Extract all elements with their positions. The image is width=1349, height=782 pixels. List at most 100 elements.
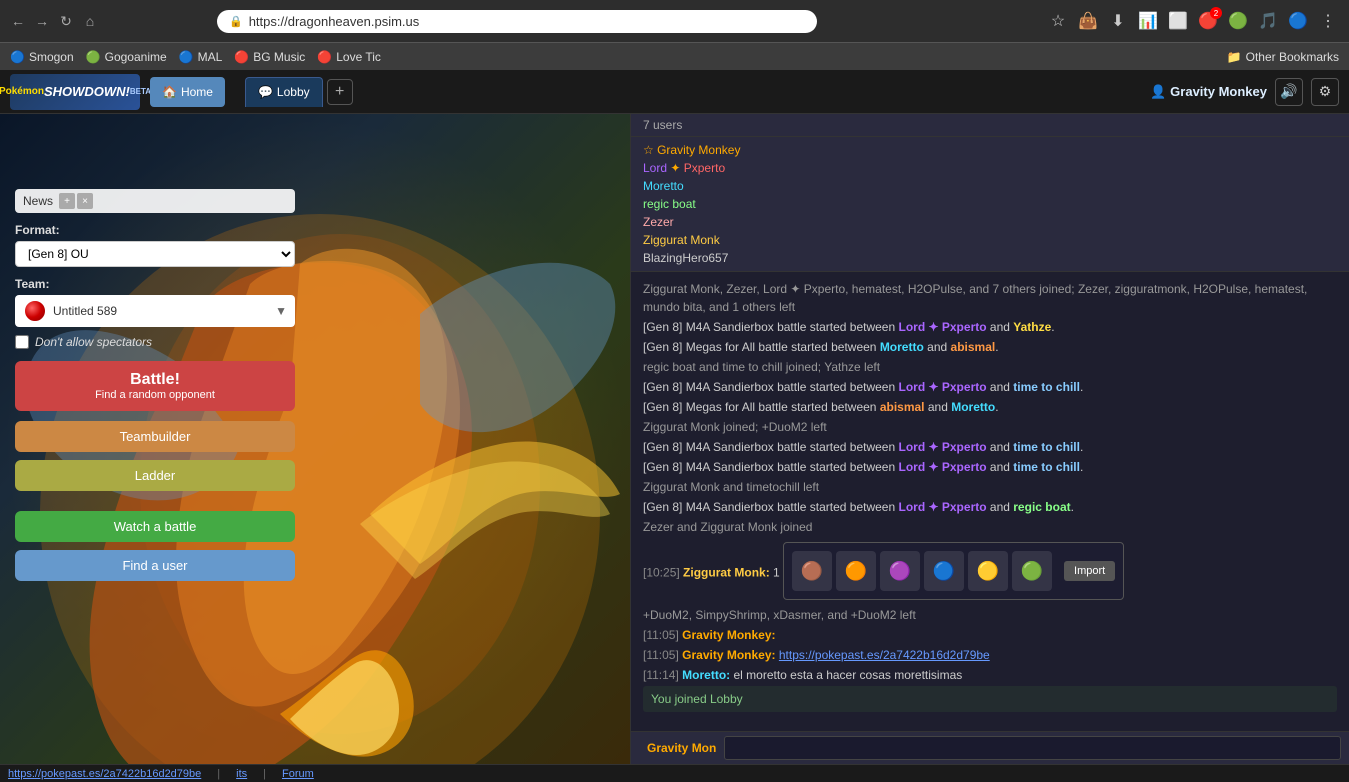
news-add-button[interactable]: +	[59, 193, 75, 209]
pokemon-sprite-6: 🟢	[1012, 551, 1052, 591]
user-entry-gravity[interactable]: ☆ Gravity Monkey	[643, 141, 1337, 159]
spectator-row: Don't allow spectators	[15, 335, 295, 349]
chat-line-battle-7: [Gen 8] M4A Sandierbox battle started be…	[643, 498, 1337, 516]
chat-log[interactable]: Ziggurat Monk, Zezer, Lord ✦ Pxperto, he…	[631, 272, 1349, 731]
status-separator: |	[217, 768, 220, 780]
user-entry-lord[interactable]: Lord ✦ Pxperto	[643, 159, 1337, 177]
tab-lobby[interactable]: 💬 Lobby	[245, 77, 323, 107]
news-label: News	[23, 194, 53, 208]
user-entry-blazing[interactable]: BlazingHero657	[643, 249, 1337, 267]
mal-icon: 🔵	[179, 50, 194, 64]
main-content: News + × Format: [Gen 8] OU Team: Untitl…	[0, 114, 1349, 764]
tabs-area: 💬 Lobby +	[245, 77, 1140, 107]
chat-line-user-1: [10:25] Ziggurat Monk: 1 🟤 🟠 🟣 🔵 🟡 🟢 Imp…	[643, 538, 1337, 604]
refresh-button[interactable]: ↻	[58, 13, 74, 29]
notification-badge: 2	[1210, 7, 1222, 19]
battle-button[interactable]: Battle! Find a random opponent	[15, 361, 295, 411]
chevron-down-icon: ▼	[275, 304, 287, 318]
settings-button[interactable]: ⚙	[1311, 78, 1339, 106]
chat-line-battle-2: [Gen 8] Megas for All battle started bet…	[643, 338, 1337, 356]
format-label: Format:	[15, 223, 295, 237]
user-entry-zezer[interactable]: Zezer	[643, 213, 1337, 231]
ladder-button[interactable]: Ladder	[15, 460, 295, 491]
chat-line-system-5: Zezer and Ziggurat Monk joined	[643, 518, 1337, 536]
right-panel: 7 users ☆ Gravity Monkey Lord ✦ Pxperto …	[630, 114, 1349, 764]
pocket-button[interactable]: 👜	[1077, 10, 1099, 32]
add-tab-button[interactable]: +	[327, 79, 353, 105]
user-name-pxperto: Pxperto	[680, 161, 725, 175]
browser-nav: ← → ↻ ⌂ 🔒 https://dragonheaven.psim.us ☆…	[0, 0, 1349, 42]
team-selector[interactable]: Untitled 589 ▼	[15, 295, 295, 327]
pokepast-link[interactable]: https://pokepast.es/2a7422b16d2d79be	[779, 648, 990, 662]
team-name: Untitled 589	[53, 304, 269, 318]
status-link-its[interactable]: its	[236, 768, 247, 780]
chat-line-battle-4: [Gen 8] Megas for All battle started bet…	[643, 398, 1337, 416]
pokemon-sprite-3: 🟣	[880, 551, 920, 591]
pokemon-sprite-1: 🟤	[792, 551, 832, 591]
chat-line-gravity-1: [11:05] Gravity Monkey:	[643, 626, 1337, 644]
news-close-button[interactable]: ×	[77, 193, 93, 209]
user-name-gravity: ☆ Gravity Monkey	[643, 143, 740, 157]
extension-button-2[interactable]: 🟢	[1227, 10, 1249, 32]
import-button[interactable]: Import	[1064, 561, 1115, 581]
forward-button[interactable]: →	[34, 13, 50, 29]
bookmark-smogon[interactable]: 🔵 Smogon	[10, 50, 74, 64]
bookmark-other[interactable]: 📁 Other Bookmarks	[1227, 50, 1339, 64]
home-icon: 🏠	[162, 85, 177, 99]
home-button[interactable]: 🏠 Home	[150, 77, 225, 107]
user-entry-ziggurat[interactable]: Ziggurat Monk	[643, 231, 1337, 249]
home-button[interactable]: ⌂	[82, 13, 98, 29]
logo-image: Pokémon SHOWDOWN! BETA	[10, 74, 140, 110]
user-name-zezer: Zezer	[643, 215, 674, 229]
chat-icon: 💬	[258, 85, 273, 99]
user-entry-moretto[interactable]: Moretto	[643, 177, 1337, 195]
chat-input[interactable]	[724, 736, 1341, 760]
bookmark-lovetic[interactable]: 🔴 Love Tic	[317, 50, 381, 64]
address-bar[interactable]: 🔒 https://dragonheaven.psim.us	[217, 10, 817, 33]
back-button[interactable]: ←	[10, 13, 26, 29]
app-header: Pokémon SHOWDOWN! BETA 🏠 Home 💬 Lobby + …	[0, 70, 1349, 114]
user-name-moretto: Moretto	[643, 179, 684, 193]
browser-icons: ☆ 👜 ⬇ 📊 ⬜ 🔴 2 🟢 🎵 🔵 ⋮	[1047, 10, 1339, 32]
chat-line-system-4: Ziggurat Monk and timetochill left	[643, 478, 1337, 496]
chat-line-system-2: regic boat and time to chill joined; Yat…	[643, 358, 1337, 376]
extension-button-4[interactable]: 🔵	[1287, 10, 1309, 32]
user-entry-regic[interactable]: regic boat	[643, 195, 1337, 213]
app-logo: Pokémon SHOWDOWN! BETA	[10, 74, 140, 110]
watch-battle-button[interactable]: Watch a battle	[15, 511, 295, 542]
header-right: 👤 Gravity Monkey 🔊 ⚙	[1150, 78, 1339, 106]
pokemon-sprite-2: 🟠	[836, 551, 876, 591]
team-icon	[23, 299, 47, 323]
sprite-popup: 🟤 🟠 🟣 🔵 🟡 🟢 Import	[783, 542, 1124, 600]
bookmark-gogoanime[interactable]: 🟢 Gogoanime	[86, 50, 167, 64]
chat-line-system-1: Ziggurat Monk, Zezer, Lord ✦ Pxperto, he…	[643, 280, 1337, 316]
find-user-button[interactable]: Find a user	[15, 550, 295, 581]
status-link-forum[interactable]: Forum	[282, 768, 314, 780]
chat-line-battle-5: [Gen 8] M4A Sandierbox battle started be…	[643, 438, 1337, 456]
users-list: ☆ Gravity Monkey Lord ✦ Pxperto Moretto …	[631, 137, 1349, 272]
format-select[interactable]: [Gen 8] OU	[15, 241, 295, 267]
download-button[interactable]: ⬇	[1107, 10, 1129, 32]
status-link[interactable]: https://pokepast.es/2a7422b16d2d79be	[8, 768, 201, 780]
url-text: https://dragonheaven.psim.us	[249, 14, 420, 29]
gogoanime-icon: 🟢	[86, 50, 101, 64]
bookmark-mal[interactable]: 🔵 MAL	[179, 50, 223, 64]
sidebar-controls: News + × Format: [Gen 8] OU Team: Untitl…	[0, 174, 310, 596]
menu-button[interactable]: ⋮	[1317, 10, 1339, 32]
chat-line-battle-6: [Gen 8] M4A Sandierbox battle started be…	[643, 458, 1337, 476]
user-count: 7 users	[643, 118, 682, 132]
chat-line-battle-1: [Gen 8] M4A Sandierbox battle started be…	[643, 318, 1337, 336]
teambuilder-button[interactable]: Teambuilder	[15, 421, 295, 452]
bookmark-bgmusic[interactable]: 🔴 BG Music	[234, 50, 305, 64]
extension-button-1[interactable]: 🔴 2	[1197, 10, 1219, 32]
chat-line-gravity-2: [11:05] Gravity Monkey: https://pokepast…	[643, 646, 1337, 664]
chat-line-system-6: +DuoM2, SimpyShrimp, xDasmer, and +DuoM2…	[643, 606, 1337, 624]
sound-button[interactable]: 🔊	[1275, 78, 1303, 106]
star-button[interactable]: ☆	[1047, 10, 1069, 32]
collections-button[interactable]: 📊	[1137, 10, 1159, 32]
username-display: 👤 Gravity Monkey	[1150, 84, 1267, 100]
extension-button-3[interactable]: 🎵	[1257, 10, 1279, 32]
spectator-checkbox[interactable]	[15, 335, 29, 349]
tab-button[interactable]: ⬜	[1167, 10, 1189, 32]
user-name-blazing: BlazingHero657	[643, 251, 728, 265]
